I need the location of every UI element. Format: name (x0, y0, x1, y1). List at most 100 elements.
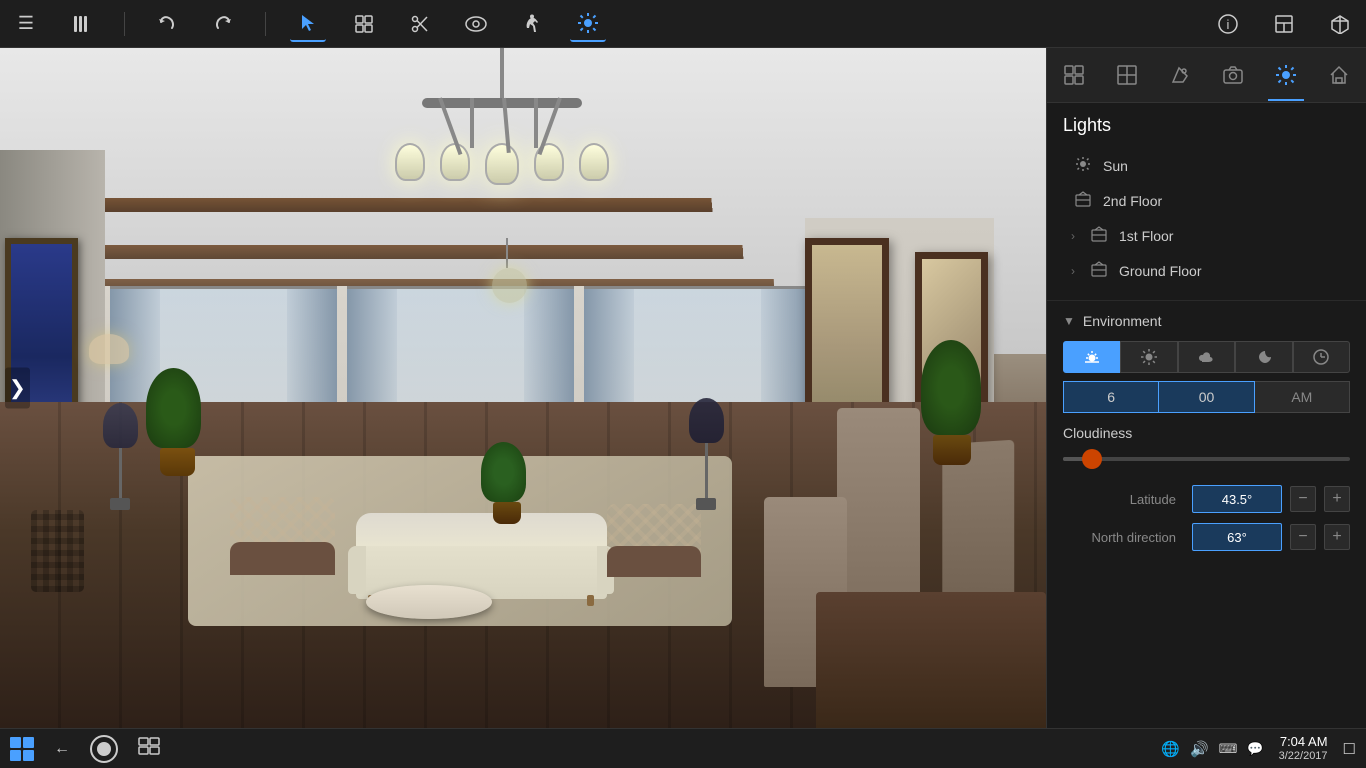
1st-floor-label: 1st Floor (1119, 228, 1173, 244)
cube-button[interactable] (1322, 6, 1358, 42)
ground-floor-label: Ground Floor (1119, 263, 1201, 279)
sunny-button[interactable] (1120, 341, 1177, 373)
north-direction-plus-button[interactable]: + (1324, 524, 1350, 550)
latitude-row: Latitude 43.5° − + (1063, 485, 1350, 513)
2nd-floor-label: 2nd Floor (1103, 193, 1162, 209)
task-view-button[interactable] (138, 737, 160, 760)
objects-button[interactable] (346, 6, 382, 42)
system-icons: 🌐 🔊 ⌨ 💬 (1161, 740, 1263, 758)
action-center-icon[interactable]: ☐ (1343, 740, 1356, 758)
1st-floor-icon (1091, 226, 1107, 245)
clock-button[interactable] (1293, 341, 1350, 373)
dining-table (816, 592, 1046, 728)
cloudy-button[interactable] (1178, 341, 1235, 373)
right-panel: Lights Sun 2nd Floor › (1046, 48, 1366, 728)
light-item-sun[interactable]: Sun (1063, 148, 1350, 183)
clock-time: 7:04 AM (1279, 734, 1328, 750)
cortana-button[interactable] (90, 735, 118, 763)
select-button[interactable] (290, 6, 326, 42)
plant-center (481, 442, 533, 578)
time-display: 7:04 AM 3/22/2017 (1279, 734, 1328, 763)
environment-header[interactable]: ▼ Environment (1063, 313, 1350, 329)
volume-icon[interactable]: 🔊 (1190, 740, 1209, 758)
clock-date: 3/22/2017 (1279, 750, 1328, 763)
layout-button[interactable] (1266, 6, 1302, 42)
north-direction-minus-button[interactable]: − (1290, 524, 1316, 550)
environment-title: Environment (1083, 313, 1162, 329)
view-button[interactable] (458, 6, 494, 42)
light-item-2nd-floor[interactable]: 2nd Floor (1063, 183, 1350, 218)
pendant-light (492, 238, 523, 272)
panel-objects-icon[interactable] (1056, 57, 1092, 93)
windows-start-button[interactable] (10, 737, 34, 761)
divider-2 (265, 12, 266, 36)
wall-lamp (89, 334, 120, 402)
night-button[interactable] (1235, 341, 1292, 373)
menu-button[interactable]: ☰ (8, 6, 44, 42)
main-area: ❯ (0, 48, 1366, 728)
ground-floor-icon (1091, 261, 1107, 280)
coffee-table (366, 585, 492, 619)
minute-input[interactable]: 00 (1158, 381, 1254, 413)
decorative-basket (31, 510, 83, 592)
ampm-input[interactable]: AM (1255, 381, 1350, 413)
taskbar-back-button[interactable]: ← (54, 740, 70, 758)
panel-icons-bar (1047, 48, 1366, 103)
panel-camera-icon[interactable] (1215, 57, 1251, 93)
sun-light-icon (1075, 156, 1091, 175)
status-right: 🌐 🔊 ⌨ 💬 7:04 AM 3/22/2017 ☐ (1161, 734, 1356, 763)
right-lamp (690, 398, 721, 510)
north-direction-input[interactable]: 63° (1192, 523, 1282, 551)
plant-right (921, 340, 984, 578)
light-item-ground-floor[interactable]: › Ground Floor (1063, 253, 1350, 288)
panel-scroll-content: Lights Sun 2nd Floor › (1047, 103, 1366, 728)
latitude-plus-button[interactable]: + (1324, 486, 1350, 512)
sunrise-button[interactable] (1063, 341, 1120, 373)
cloudiness-slider[interactable] (1063, 449, 1350, 469)
redo-button[interactable] (205, 6, 241, 42)
time-inputs: 6 00 AM (1063, 381, 1350, 413)
ground-floor-arrow: › (1071, 264, 1075, 278)
light-item-1st-floor[interactable]: › 1st Floor (1063, 218, 1350, 253)
lights-section: Lights Sun 2nd Floor › (1047, 103, 1366, 300)
undo-button[interactable] (149, 6, 185, 42)
armchair-right (607, 504, 701, 592)
status-left: ← (10, 735, 160, 763)
panel-materials-icon[interactable] (1162, 57, 1198, 93)
latitude-label: Latitude (1063, 492, 1176, 507)
cloudiness-label: Cloudiness (1063, 425, 1350, 441)
latitude-minus-button[interactable]: − (1290, 486, 1316, 512)
armchair-left (230, 497, 335, 592)
left-nav-arrow[interactable]: ❯ (5, 368, 30, 409)
info-button[interactable]: i (1210, 6, 1246, 42)
north-direction-label: North direction (1063, 530, 1176, 545)
library-button[interactable] (64, 6, 100, 42)
walk-button[interactable] (514, 6, 550, 42)
svg-text:i: i (1227, 17, 1230, 32)
top-toolbar: ☰ i (0, 0, 1366, 48)
keyboard-icon[interactable]: ⌨ (1219, 741, 1238, 757)
divider-1 (124, 12, 125, 36)
status-bar: ← 🌐 🔊 ⌨ 💬 7:04 AM 3/22/2017 ☐ (0, 728, 1366, 768)
beam-2 (63, 245, 743, 259)
environment-section: ▼ Environment (1047, 300, 1366, 573)
scissors-button[interactable] (402, 6, 438, 42)
north-direction-row: North direction 63° − + (1063, 523, 1350, 551)
latitude-input[interactable]: 43.5° (1192, 485, 1282, 513)
room-scene: ❯ (0, 48, 1046, 728)
panel-rooms-icon[interactable] (1109, 57, 1145, 93)
viewport[interactable]: ❯ (0, 48, 1046, 728)
left-lamp (105, 403, 136, 510)
env-chevron-icon: ▼ (1063, 314, 1075, 328)
panel-home-icon[interactable] (1321, 57, 1357, 93)
panel-lights-icon[interactable] (1268, 57, 1304, 93)
2nd-floor-icon (1075, 191, 1091, 210)
notification-icon[interactable]: 💬 (1247, 741, 1263, 757)
network-icon[interactable]: 🌐 (1161, 740, 1180, 758)
beam-1 (84, 198, 712, 212)
sun-button[interactable] (570, 6, 606, 42)
time-of-day-buttons (1063, 341, 1350, 373)
sun-label: Sun (1103, 158, 1128, 174)
chandelier (402, 48, 602, 185)
hour-input[interactable]: 6 (1063, 381, 1158, 413)
